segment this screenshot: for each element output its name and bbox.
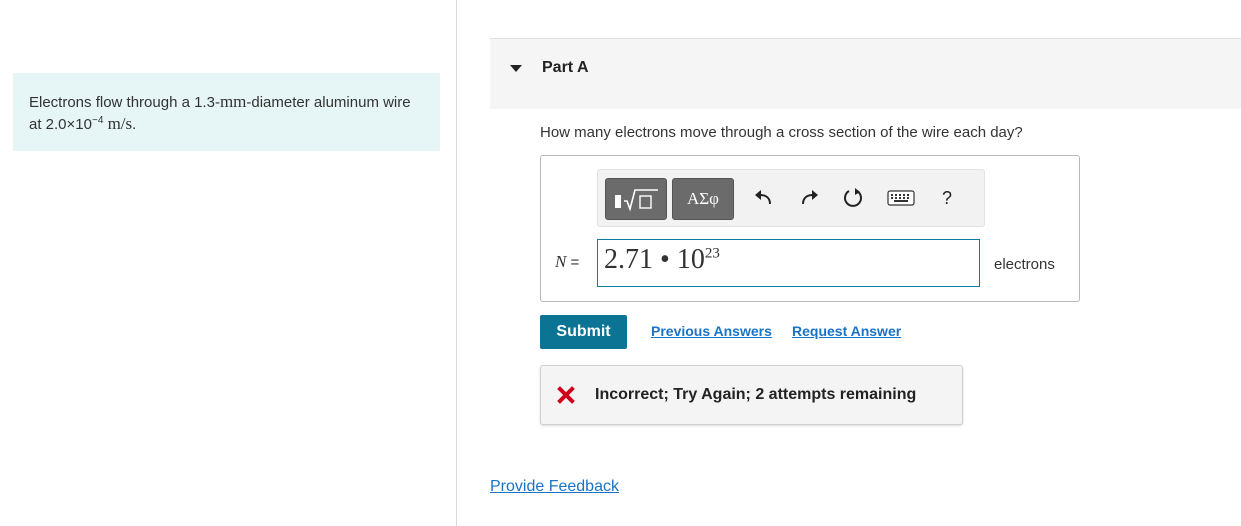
speed-unit: m/s: [107, 114, 133, 133]
answer-mantissa: 2.71: [604, 244, 653, 275]
redo-icon[interactable]: [794, 183, 824, 213]
answer-input[interactable]: 2.71 • 1023: [597, 239, 980, 287]
provide-feedback-link[interactable]: Provide Feedback: [490, 478, 619, 496]
feedback-text: Incorrect; Try Again; 2 attempts remaini…: [595, 386, 917, 403]
panel-divider: [456, 0, 457, 526]
problem-text-1: Electrons flow through a 1.3-: [29, 94, 220, 111]
collapse-caret-icon[interactable]: [510, 65, 522, 72]
help-button[interactable]: ?: [932, 183, 962, 213]
request-answer-link[interactable]: Request Answer: [792, 323, 901, 339]
part-label: Part A: [542, 59, 589, 76]
equals-sign: =: [566, 254, 580, 271]
exponent: −4: [91, 115, 104, 126]
keyboard-icon[interactable]: [884, 183, 918, 213]
templates-button[interactable]: [605, 178, 667, 220]
question-text: How many electrons move through a cross …: [540, 124, 1023, 141]
answer-unit: electrons: [994, 256, 1055, 273]
answer-box: ΑΣφ ? N = 2.71 • 1023 electrons: [540, 155, 1080, 302]
problem-text-3: .: [132, 116, 137, 133]
answer-variable: N =: [555, 252, 579, 272]
feedback-message-box: Incorrect; Try Again; 2 attempts remaini…: [540, 365, 963, 425]
problem-statement: Electrons flow through a 1.3-mm-diameter…: [13, 73, 440, 151]
greek-symbols-button[interactable]: ΑΣφ: [672, 178, 734, 220]
reset-icon[interactable]: [838, 183, 868, 213]
math-toolbar: ΑΣφ ?: [597, 169, 985, 227]
undo-icon[interactable]: [749, 183, 779, 213]
part-a-header[interactable]: Part A: [490, 38, 1241, 109]
unit-mm: mm: [219, 92, 247, 111]
templates-icon: [615, 189, 658, 212]
submit-button[interactable]: Submit: [540, 315, 627, 349]
incorrect-x-icon: [557, 386, 575, 404]
previous-answers-link[interactable]: Previous Answers: [651, 323, 772, 339]
answer-base: 10: [676, 244, 705, 275]
variable-name: N: [555, 252, 567, 271]
answer-bullet: •: [653, 244, 677, 275]
answer-exponent: 23: [704, 245, 720, 262]
